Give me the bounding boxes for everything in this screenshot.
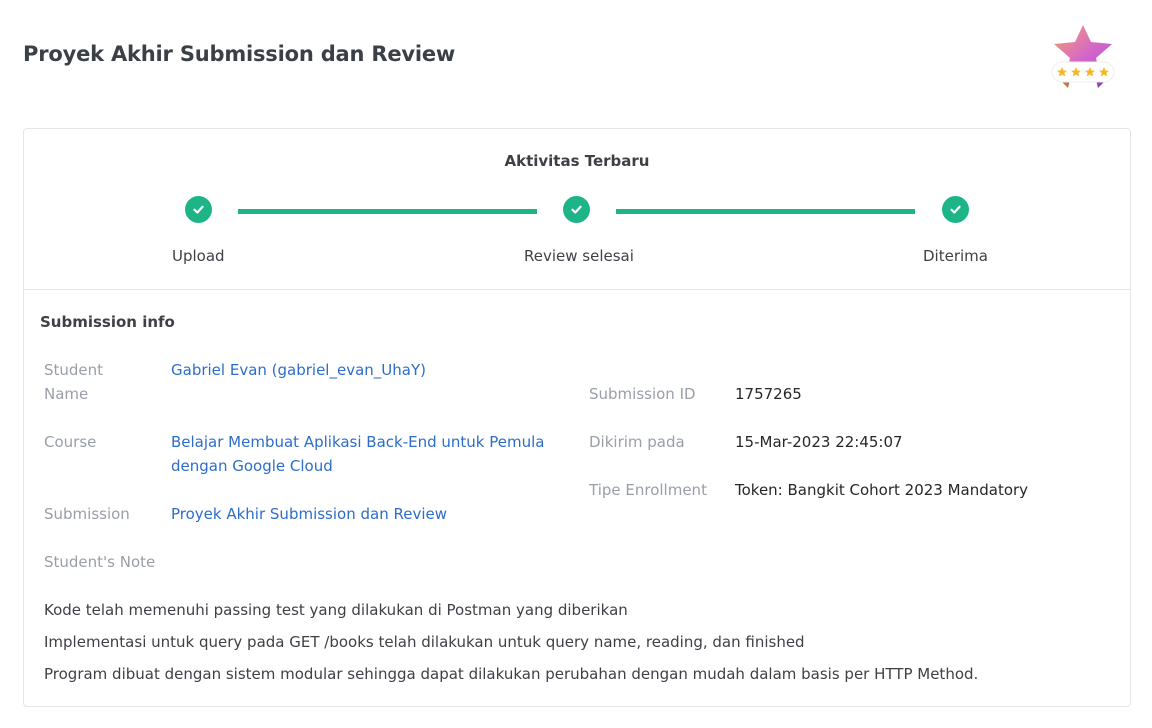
- star-badge-icon: [1051, 25, 1115, 88]
- course-label: Course: [44, 433, 97, 451]
- submission-id-value: 1757265: [735, 385, 802, 403]
- note-line: Kode telah memenuhi passing test yang di…: [44, 601, 628, 619]
- step-label-accepted: Diterima: [923, 247, 988, 265]
- submission-link[interactable]: Proyek Akhir Submission dan Review: [171, 502, 447, 526]
- step-label-upload: Upload: [172, 247, 225, 265]
- step-review-check-icon: [563, 196, 590, 223]
- submission-label: Submission: [44, 505, 130, 523]
- step-upload-check-icon: [185, 196, 212, 223]
- student-name-link[interactable]: Gabriel Evan (gabriel_evan_UhaY): [171, 358, 426, 382]
- step-connector-1: [238, 209, 537, 214]
- sent-at-label: Dikirim pada: [589, 433, 685, 451]
- step-label-review: Review selesai: [524, 247, 634, 265]
- student-name-label: Student Name: [44, 361, 104, 403]
- progress-title: Aktivitas Terbaru: [504, 152, 650, 170]
- progress-tracker: Aktivitas Terbaru Upload Review selesai …: [24, 129, 1130, 290]
- sent-at-value: 15-Mar-2023 22:45:07: [735, 433, 903, 451]
- page-title: Proyek Akhir Submission dan Review: [23, 42, 456, 66]
- step-accepted-check-icon: [942, 196, 969, 223]
- note-line: Implementasi untuk query pada GET /books…: [44, 633, 805, 651]
- step-connector-2: [616, 209, 915, 214]
- enrollment-label: Tipe Enrollment: [589, 481, 707, 499]
- course-link[interactable]: Belajar Membuat Aplikasi Back-End untuk …: [171, 430, 561, 478]
- submission-info-title: Submission info: [40, 313, 175, 331]
- submission-id-label: Submission ID: [589, 385, 696, 403]
- enrollment-value: Token: Bangkit Cohort 2023 Mandatory: [735, 481, 1029, 499]
- students-note-label: Student's Note: [44, 553, 156, 571]
- note-line: Program dibuat dengan sistem modular seh…: [44, 665, 979, 683]
